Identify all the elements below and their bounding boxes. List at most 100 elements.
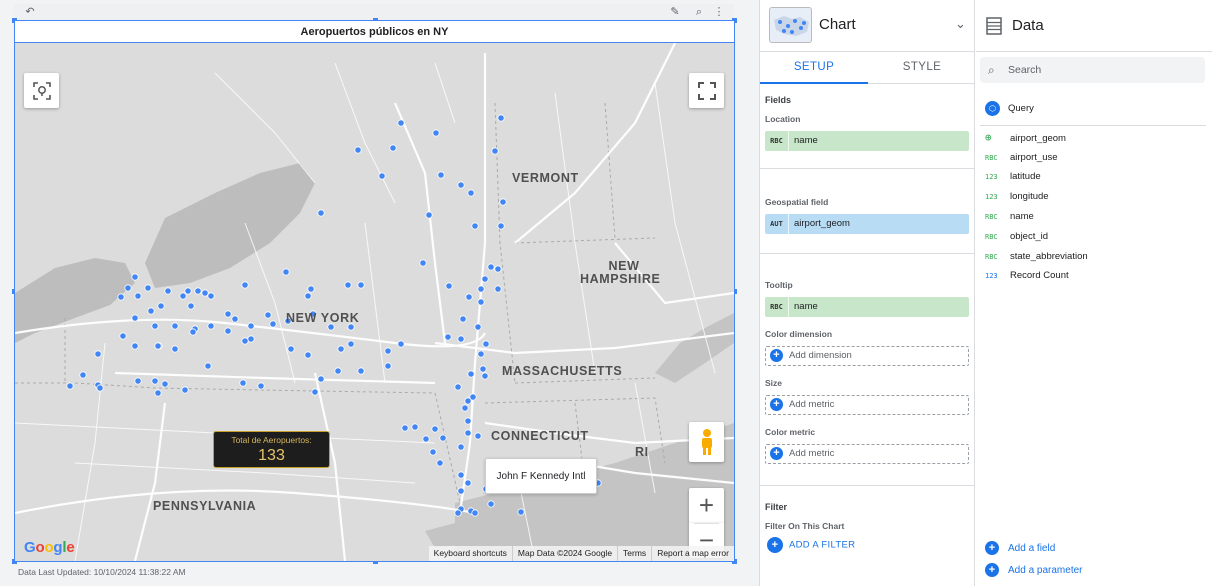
airport-marker[interactable] bbox=[304, 351, 312, 359]
airport-marker[interactable] bbox=[264, 311, 272, 319]
airport-marker[interactable] bbox=[459, 315, 467, 323]
airport-marker[interactable] bbox=[429, 448, 437, 456]
airport-marker[interactable] bbox=[454, 383, 462, 391]
add-size-metric-button[interactable]: + Add metric bbox=[765, 395, 969, 415]
airport-marker[interactable] bbox=[444, 333, 452, 341]
airport-marker[interactable] bbox=[477, 350, 485, 358]
airport-marker[interactable] bbox=[334, 367, 342, 375]
airport-marker[interactable] bbox=[337, 345, 345, 353]
location-field-chip[interactable]: RBC name bbox=[765, 131, 969, 151]
airport-marker[interactable] bbox=[194, 287, 202, 295]
terms-link[interactable]: Terms bbox=[617, 546, 651, 561]
tab-setup[interactable]: SETUP bbox=[760, 52, 868, 84]
airport-marker[interactable] bbox=[344, 281, 352, 289]
airport-marker[interactable] bbox=[224, 310, 232, 318]
airport-marker[interactable] bbox=[96, 384, 104, 392]
airport-marker[interactable] bbox=[189, 328, 197, 336]
street-view-pegman-button[interactable] bbox=[689, 422, 724, 462]
airport-marker[interactable] bbox=[347, 340, 355, 348]
airport-marker[interactable] bbox=[201, 289, 209, 297]
airport-marker[interactable] bbox=[457, 181, 465, 189]
airport-marker[interactable] bbox=[422, 435, 430, 443]
map-chart[interactable]: Aeropuertos públicos en NY VERMONT NEW H… bbox=[12, 18, 737, 564]
airport-marker[interactable] bbox=[154, 389, 162, 397]
airport-marker[interactable] bbox=[164, 287, 172, 295]
airport-marker[interactable] bbox=[354, 146, 362, 154]
airport-marker[interactable] bbox=[241, 337, 249, 345]
airport-marker[interactable] bbox=[357, 367, 365, 375]
locate-button[interactable] bbox=[24, 73, 59, 108]
airport-marker[interactable] bbox=[378, 172, 386, 180]
airport-marker[interactable] bbox=[471, 509, 479, 517]
airport-marker[interactable] bbox=[247, 335, 255, 343]
airport-marker[interactable] bbox=[151, 322, 159, 330]
search-input[interactable]: ⌕ Search bbox=[980, 57, 1205, 83]
airport-marker[interactable] bbox=[425, 211, 433, 219]
airport-marker[interactable] bbox=[477, 285, 485, 293]
airport-marker[interactable] bbox=[431, 425, 439, 433]
airport-marker[interactable] bbox=[307, 285, 315, 293]
airport-marker[interactable] bbox=[181, 386, 189, 394]
airport-marker[interactable] bbox=[457, 335, 465, 343]
airport-marker[interactable] bbox=[482, 340, 490, 348]
airport-marker[interactable] bbox=[457, 487, 465, 495]
airport-marker[interactable] bbox=[239, 379, 247, 387]
field-latitude[interactable]: 123 latitude bbox=[985, 170, 1041, 184]
airport-marker[interactable] bbox=[419, 259, 427, 267]
airport-marker[interactable] bbox=[465, 293, 473, 301]
airport-marker[interactable] bbox=[171, 345, 179, 353]
airport-marker[interactable] bbox=[66, 382, 74, 390]
report-map-error-link[interactable]: Report a map error bbox=[651, 546, 734, 561]
add-filter-button[interactable]: + ADD A FILTER bbox=[767, 537, 855, 554]
scorecard[interactable]: Total de Aeropuertos: 133 bbox=[213, 431, 330, 468]
airport-marker[interactable] bbox=[154, 342, 162, 350]
airport-marker[interactable] bbox=[224, 327, 232, 335]
airport-marker[interactable] bbox=[269, 320, 277, 328]
add-color-metric-button[interactable]: + Add metric bbox=[765, 444, 969, 464]
airport-marker[interactable] bbox=[247, 322, 255, 330]
chart-type-selector[interactable]: Chart ⌄ bbox=[760, 0, 974, 52]
fullscreen-button[interactable] bbox=[689, 73, 724, 108]
airport-marker[interactable] bbox=[494, 265, 502, 273]
airport-marker[interactable] bbox=[397, 340, 405, 348]
airport-marker[interactable] bbox=[499, 198, 507, 206]
edit-icon[interactable]: ✎ bbox=[668, 4, 682, 20]
airport-marker[interactable] bbox=[436, 459, 444, 467]
airport-marker[interactable] bbox=[287, 345, 295, 353]
airport-marker[interactable] bbox=[231, 315, 239, 323]
airport-marker[interactable] bbox=[117, 293, 125, 301]
airport-marker[interactable] bbox=[481, 275, 489, 283]
airport-marker[interactable] bbox=[487, 500, 495, 508]
tooltip-field-chip[interactable]: RBC name bbox=[765, 297, 969, 317]
add-dimension-button[interactable]: + Add dimension bbox=[765, 346, 969, 366]
airport-marker[interactable] bbox=[497, 222, 505, 230]
airport-marker[interactable] bbox=[157, 302, 165, 310]
airport-marker[interactable] bbox=[454, 509, 462, 517]
airport-marker[interactable] bbox=[207, 322, 215, 330]
airport-marker[interactable] bbox=[357, 281, 365, 289]
airport-marker[interactable] bbox=[464, 417, 472, 425]
airport-marker[interactable] bbox=[384, 347, 392, 355]
undo-icon[interactable]: ↶ bbox=[22, 4, 38, 20]
airport-marker[interactable] bbox=[134, 377, 142, 385]
airport-marker[interactable] bbox=[147, 307, 155, 315]
airport-marker[interactable] bbox=[161, 380, 169, 388]
airport-marker[interactable] bbox=[204, 362, 212, 370]
airport-marker[interactable] bbox=[384, 362, 392, 370]
zoom-in-button[interactable]: + bbox=[689, 488, 724, 523]
airport-marker[interactable] bbox=[282, 268, 290, 276]
airport-marker[interactable] bbox=[187, 302, 195, 310]
airport-marker[interactable] bbox=[464, 479, 472, 487]
airport-marker[interactable] bbox=[467, 189, 475, 197]
airport-marker[interactable] bbox=[481, 372, 489, 380]
airport-marker[interactable] bbox=[494, 285, 502, 293]
airport-marker[interactable] bbox=[487, 263, 495, 271]
airport-marker[interactable] bbox=[497, 114, 505, 122]
airport-marker[interactable] bbox=[131, 314, 139, 322]
airport-marker[interactable] bbox=[401, 424, 409, 432]
add-field-button[interactable]: + Add a field bbox=[985, 541, 1055, 557]
airport-marker[interactable] bbox=[151, 377, 159, 385]
field-longitude[interactable]: 123 longitude bbox=[985, 190, 1049, 204]
airport-marker[interactable] bbox=[311, 388, 319, 396]
airport-marker[interactable] bbox=[517, 508, 525, 516]
